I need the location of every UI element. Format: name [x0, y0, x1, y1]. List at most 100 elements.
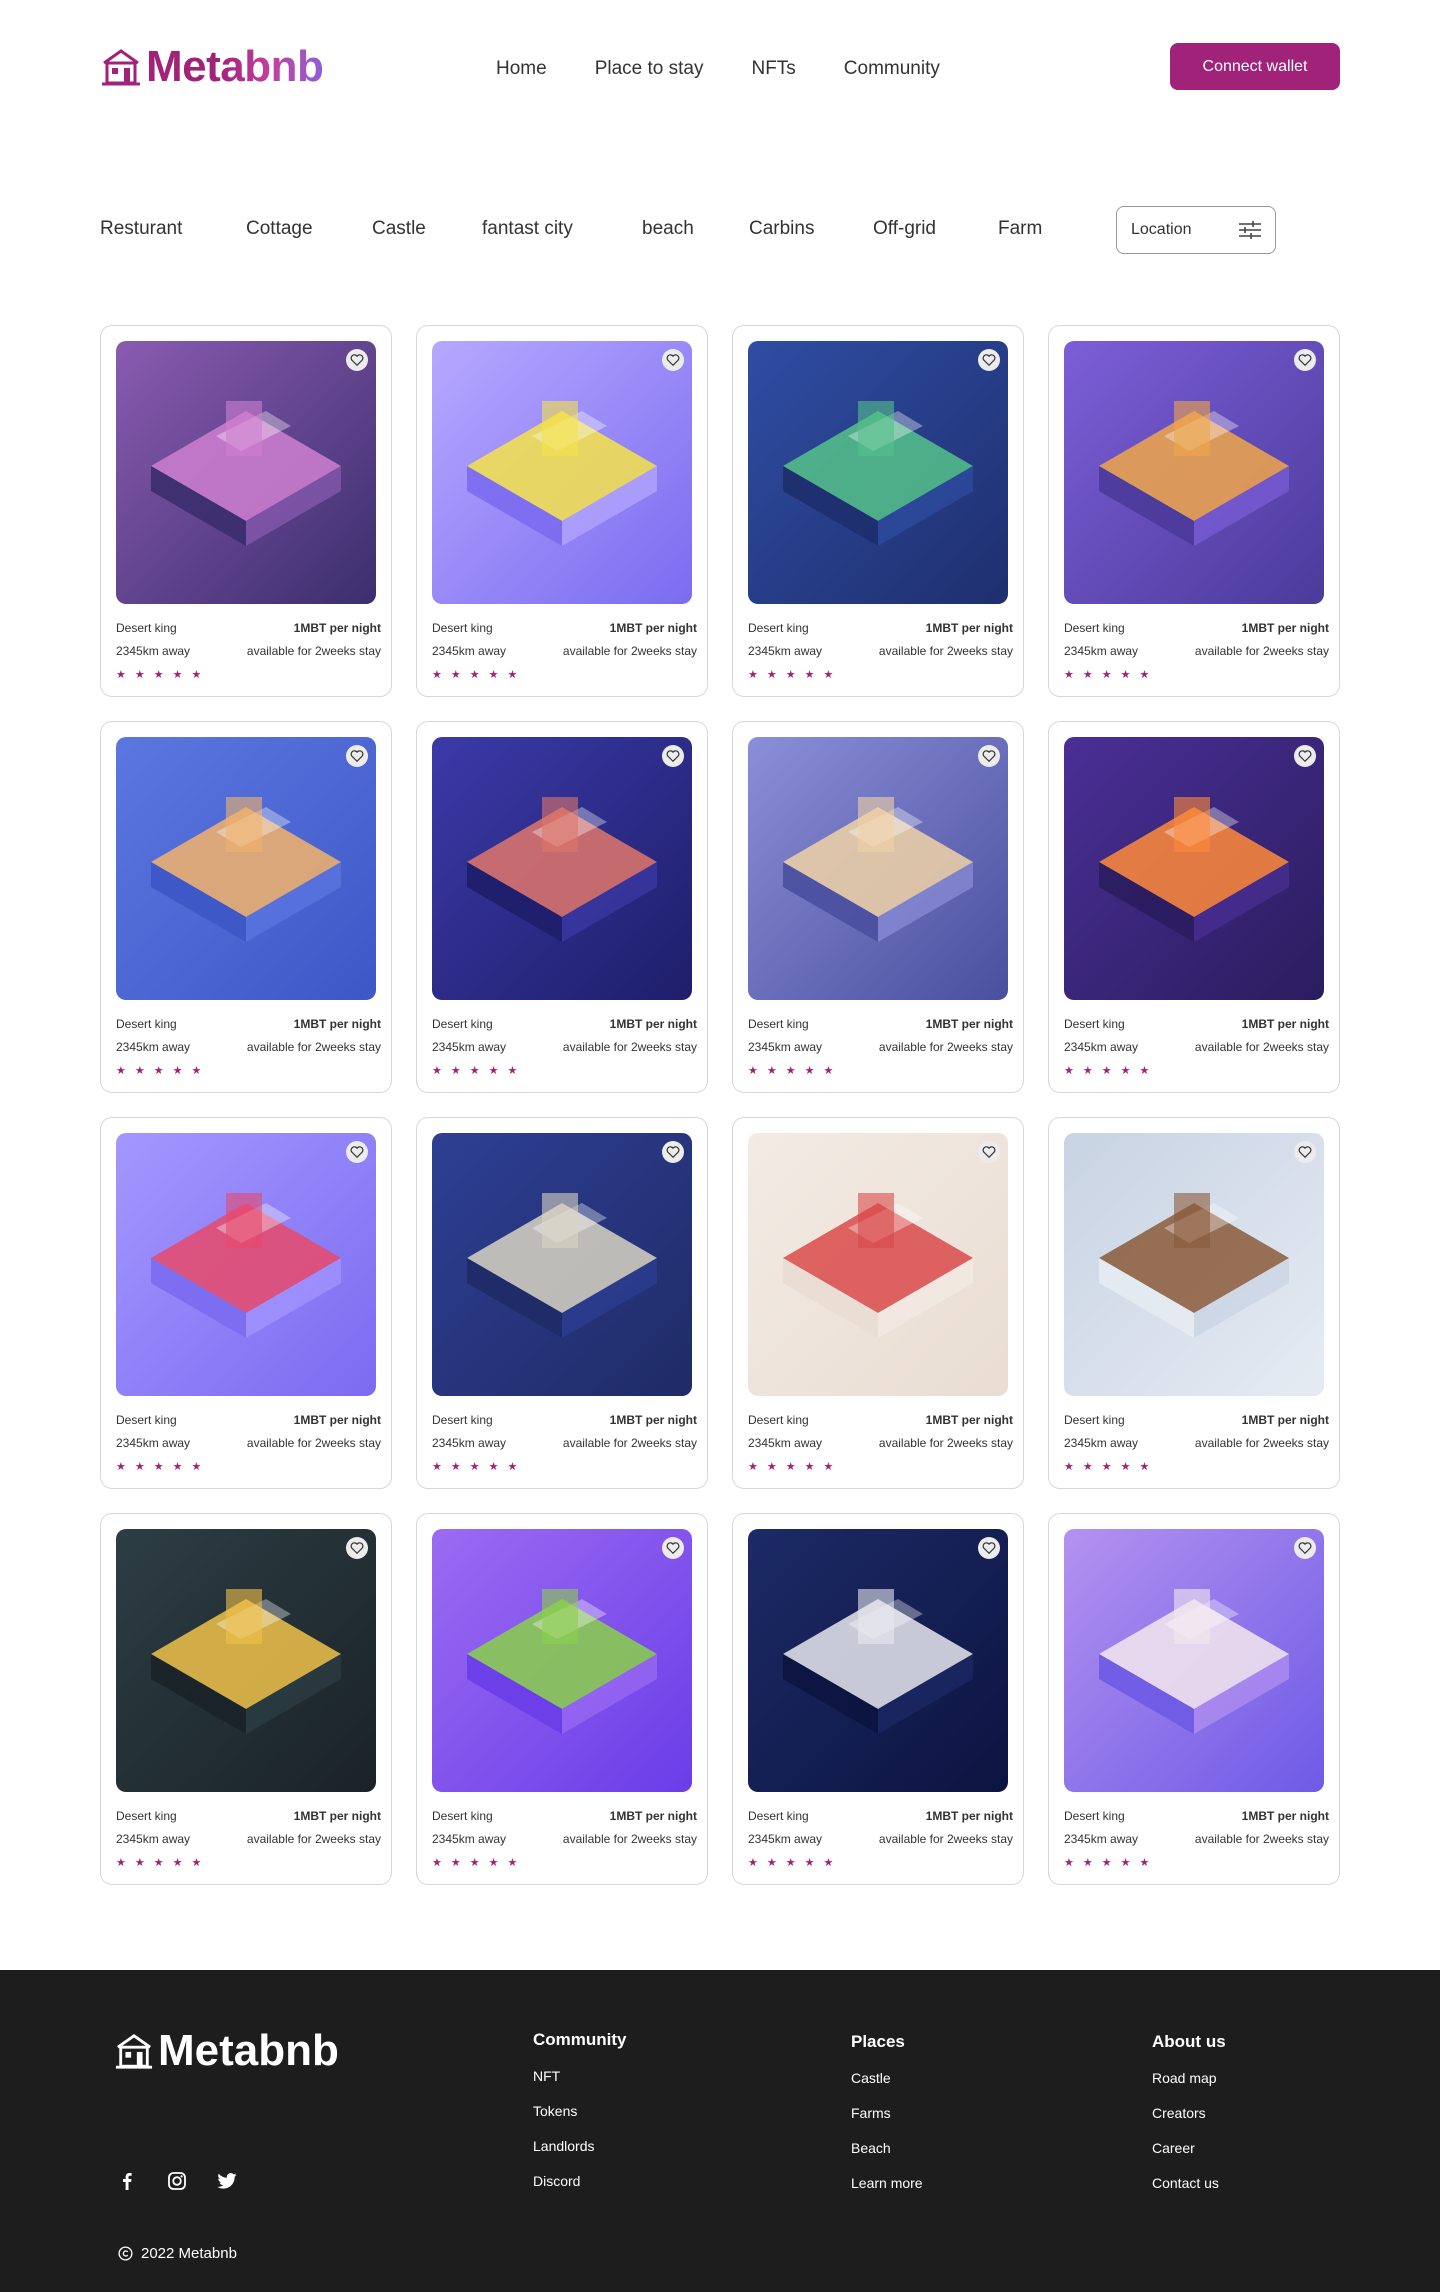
listing-card[interactable]: Desert king 1MBT per night 2345km away a…: [1048, 325, 1340, 697]
listing-card[interactable]: Desert king 1MBT per night 2345km away a…: [416, 1117, 708, 1489]
listing-image[interactable]: [1064, 1529, 1324, 1792]
listing-card[interactable]: Desert king 1MBT per night 2345km away a…: [1048, 1513, 1340, 1885]
listing-image[interactable]: [748, 341, 1008, 604]
social-links: [116, 2170, 238, 2192]
instagram-icon[interactable]: [166, 2170, 188, 2192]
category-beach[interactable]: beach: [642, 218, 749, 240]
footer-link-learn-more[interactable]: Learn more: [851, 2175, 923, 2191]
favorite-heart-icon[interactable]: [978, 1141, 1000, 1163]
listing-image[interactable]: [432, 1133, 692, 1396]
listing-image[interactable]: [748, 737, 1008, 1000]
favorite-heart-icon[interactable]: [662, 1141, 684, 1163]
listing-image[interactable]: [748, 1529, 1008, 1792]
listing-image[interactable]: [116, 1133, 376, 1396]
listing-card[interactable]: Desert king 1MBT per night 2345km away a…: [100, 325, 392, 697]
house-logo-icon: [115, 2034, 153, 2069]
listing-image[interactable]: [1064, 1133, 1324, 1396]
favorite-heart-icon[interactable]: [346, 1141, 368, 1163]
listing-image[interactable]: [432, 341, 692, 604]
category-off-grid[interactable]: Off-grid: [873, 218, 998, 240]
listing-availability: available for 2weeks stay: [246, 1040, 381, 1054]
footer-logo[interactable]: Metabnb: [114, 2026, 339, 2076]
favorite-heart-icon[interactable]: [346, 1537, 368, 1559]
category-fantast-city[interactable]: fantast city: [482, 218, 642, 240]
listing-card[interactable]: Desert king 1MBT per night 2345km away a…: [1048, 1117, 1340, 1489]
listing-availability: available for 2weeks stay: [1194, 1436, 1329, 1450]
listing-price: 1MBT per night: [925, 621, 1013, 635]
listing-price: 1MBT per night: [609, 621, 697, 635]
listing-card[interactable]: Desert king 1MBT per night 2345km away a…: [1048, 721, 1340, 1093]
connect-wallet-button[interactable]: Connect wallet: [1170, 43, 1340, 90]
favorite-heart-icon[interactable]: [1294, 1141, 1316, 1163]
twitter-icon[interactable]: [216, 2170, 238, 2192]
footer-link-nft[interactable]: NFT: [533, 2068, 627, 2084]
star-icon: ★: [1120, 1857, 1131, 1869]
category-farm[interactable]: Farm: [998, 218, 1058, 240]
favorite-heart-icon[interactable]: [662, 349, 684, 371]
listing-image[interactable]: [748, 1133, 1008, 1396]
listing-name: Desert king: [432, 1017, 493, 1031]
listing-card[interactable]: Desert king 1MBT per night 2345km away a…: [100, 1513, 392, 1885]
facebook-icon[interactable]: [116, 2170, 138, 2192]
listing-card[interactable]: Desert king 1MBT per night 2345km away a…: [100, 721, 392, 1093]
nav-place-to-stay[interactable]: Place to stay: [595, 58, 704, 80]
site-header: Metabnb Home Place to stay NFTs Communit…: [0, 0, 1440, 180]
listing-image[interactable]: [116, 737, 376, 1000]
listing-image[interactable]: [116, 341, 376, 604]
favorite-heart-icon[interactable]: [978, 745, 1000, 767]
listing-card[interactable]: Desert king 1MBT per night 2345km away a…: [732, 1513, 1024, 1885]
favorite-heart-icon[interactable]: [662, 745, 684, 767]
footer-link-road-map[interactable]: Road map: [1152, 2070, 1226, 2086]
listing-card[interactable]: Desert king 1MBT per night 2345km away a…: [732, 721, 1024, 1093]
listing-card[interactable]: Desert king 1MBT per night 2345km away a…: [732, 1117, 1024, 1489]
favorite-heart-icon[interactable]: [978, 349, 1000, 371]
listing-image[interactable]: [1064, 341, 1324, 604]
listing-card[interactable]: Desert king 1MBT per night 2345km away a…: [416, 1513, 708, 1885]
listing-card[interactable]: Desert king 1MBT per night 2345km away a…: [416, 325, 708, 697]
category-cottage[interactable]: Cottage: [246, 218, 372, 240]
footer-link-tokens[interactable]: Tokens: [533, 2103, 627, 2119]
star-icon: ★: [469, 1065, 480, 1077]
nav-nfts[interactable]: NFTs: [751, 58, 795, 80]
star-icon: ★: [191, 1065, 202, 1077]
category-resturant[interactable]: Resturant: [100, 218, 246, 240]
listing-image[interactable]: [116, 1529, 376, 1792]
favorite-heart-icon[interactable]: [1294, 1537, 1316, 1559]
nav-home[interactable]: Home: [496, 58, 547, 80]
footer-link-creators[interactable]: Creators: [1152, 2105, 1226, 2121]
listing-image[interactable]: [1064, 737, 1324, 1000]
nav-community[interactable]: Community: [844, 58, 940, 80]
listing-availability: available for 2weeks stay: [562, 1832, 697, 1846]
favorite-heart-icon[interactable]: [662, 1537, 684, 1559]
favorite-heart-icon[interactable]: [978, 1537, 1000, 1559]
listing-row-primary: Desert king 1MBT per night: [748, 1809, 1013, 1823]
listing-row-secondary: 2345km away available for 2weeks stay: [748, 1436, 1013, 1450]
footer-link-discord[interactable]: Discord: [533, 2173, 627, 2189]
footer-link-castle[interactable]: Castle: [851, 2070, 923, 2086]
favorite-heart-icon[interactable]: [346, 349, 368, 371]
listing-name: Desert king: [116, 1809, 177, 1823]
star-icon: ★: [785, 1461, 796, 1473]
category-carbins[interactable]: Carbins: [749, 218, 873, 240]
listing-rating: ★ ★ ★ ★ ★: [748, 1064, 833, 1077]
footer-link-contact-us[interactable]: Contact us: [1152, 2175, 1226, 2191]
location-filter-button[interactable]: Location: [1116, 206, 1276, 254]
brand-logo[interactable]: Metabnb: [100, 42, 324, 92]
listing-card[interactable]: Desert king 1MBT per night 2345km away a…: [416, 721, 708, 1093]
main-nav: Home Place to stay NFTs Community: [496, 58, 940, 80]
footer-link-beach[interactable]: Beach: [851, 2140, 923, 2156]
listing-price: 1MBT per night: [293, 621, 381, 635]
listing-card[interactable]: Desert king 1MBT per night 2345km away a…: [732, 325, 1024, 697]
favorite-heart-icon[interactable]: [1294, 349, 1316, 371]
footer-link-career[interactable]: Career: [1152, 2140, 1226, 2156]
footer-link-farms[interactable]: Farms: [851, 2105, 923, 2121]
footer-link-landlords[interactable]: Landlords: [533, 2138, 627, 2154]
category-castle[interactable]: Castle: [372, 218, 482, 240]
footer-column-about-us: About us Road map Creators Career Contac…: [1152, 2032, 1226, 2210]
listing-card[interactable]: Desert king 1MBT per night 2345km away a…: [100, 1117, 392, 1489]
favorite-heart-icon[interactable]: [346, 745, 368, 767]
favorite-heart-icon[interactable]: [1294, 745, 1316, 767]
listing-image[interactable]: [432, 1529, 692, 1792]
listing-image[interactable]: [432, 737, 692, 1000]
listing-availability: available for 2weeks stay: [1194, 1832, 1329, 1846]
